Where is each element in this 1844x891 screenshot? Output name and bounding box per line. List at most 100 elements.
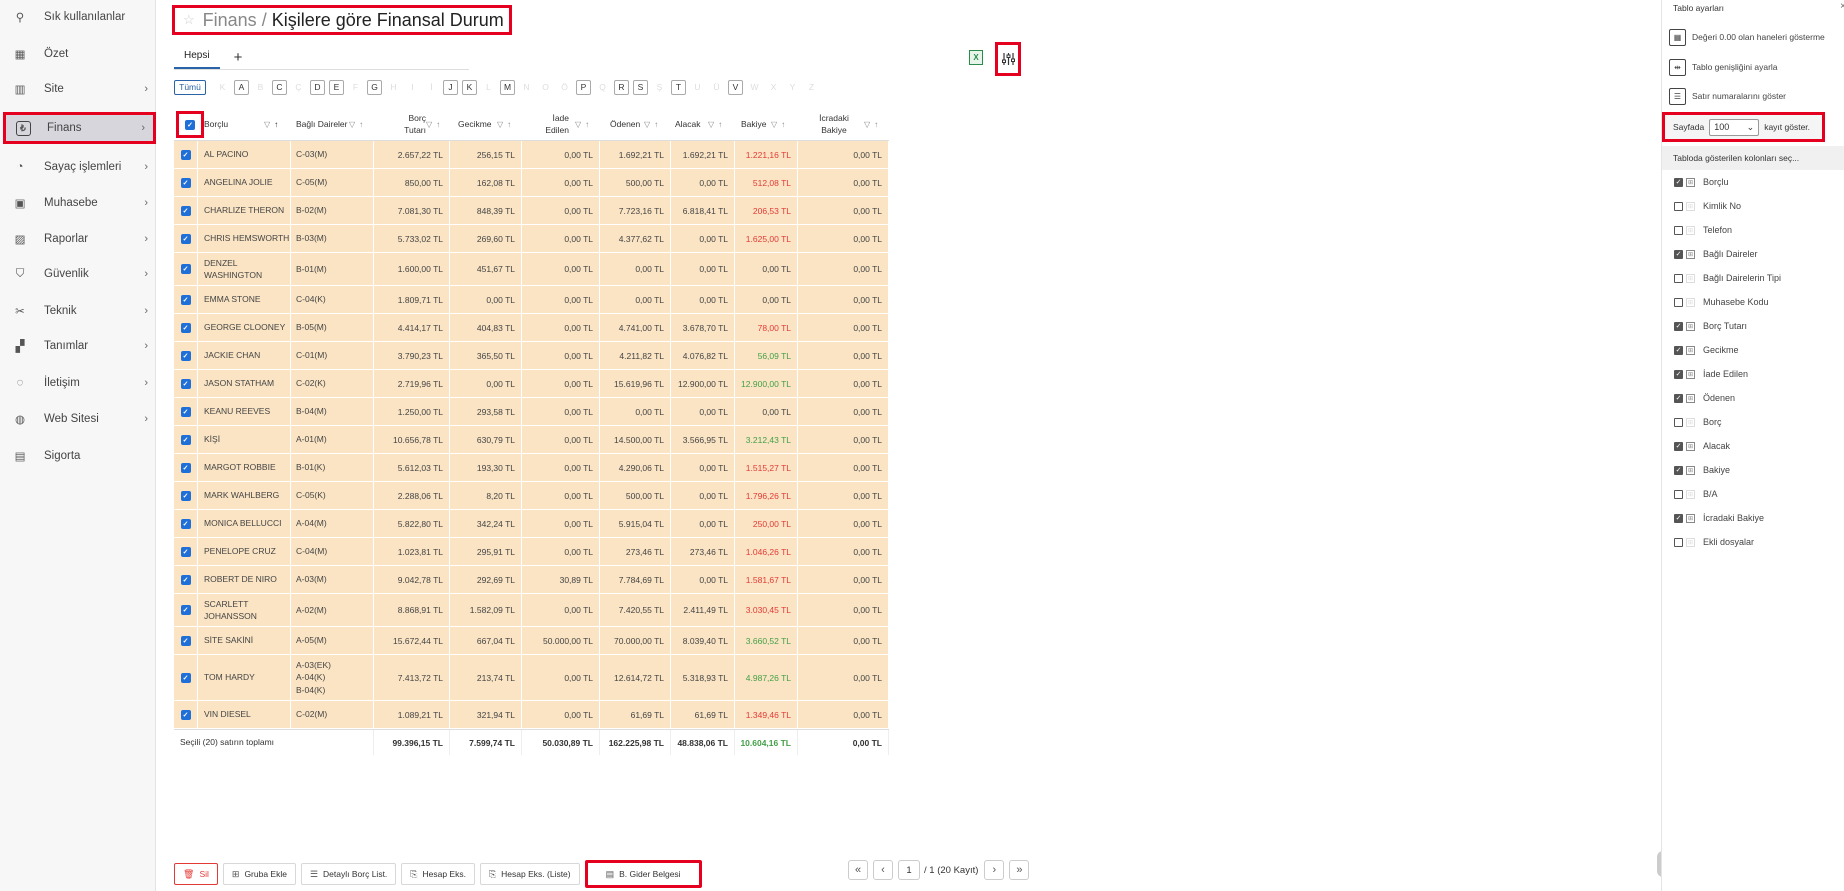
table-row[interactable]: ✓ PENELOPE CRUZ C-04(M) 1.023,81 TL 295,91 T… (174, 538, 889, 566)
delete-button[interactable]: 🗑 Sil (174, 863, 218, 885)
row-checkbox[interactable]: ✓ (174, 566, 198, 593)
column-toggle[interactable]: ✓ ⊞ Alacak (1674, 438, 1730, 454)
row-checkbox[interactable]: ✓ (174, 454, 198, 481)
filter-sort-icons[interactable]: ▽ ↑ (771, 120, 785, 129)
checkbox[interactable] (1674, 201, 1683, 211)
table-row[interactable]: ✓ SCARLETT JOHANSSON A-02(M) 8.868,91 TL 1.5… (174, 594, 889, 627)
sidebar-item-güvenlik[interactable]: ⛉ Güvenlik › (0, 257, 156, 291)
filter-icon[interactable]: ▽ (575, 120, 581, 129)
row-checkbox[interactable]: ✓ (174, 253, 198, 285)
pin-column-icon[interactable]: ⊞ (1686, 489, 1695, 499)
sidebar-item-web-sitesi[interactable]: ◍ Web Sitesi › (0, 402, 156, 436)
filter-icon[interactable]: ▽ (864, 120, 870, 129)
panel-option[interactable]: ⇹ Tablo genişliğini ayarla (1669, 57, 1778, 77)
sidebar-item-finans[interactable]: ₺ Finans › (3, 112, 156, 144)
filter-icon[interactable]: ▽ (264, 120, 270, 129)
column-header[interactable]: Borç Tutarı (386, 108, 426, 141)
breadcrumb[interactable]: Finans (203, 10, 257, 31)
column-toggle[interactable]: ⊞ Muhasebe Kodu (1674, 294, 1769, 310)
checkbox[interactable] (1674, 537, 1683, 547)
filter-icon[interactable]: ▽ (497, 120, 503, 129)
pin-column-icon[interactable]: ⊞ (1686, 345, 1695, 355)
column-toggle[interactable]: ⊞ Kimlik No (1674, 198, 1741, 214)
checkbox[interactable]: ✓ (1674, 465, 1683, 475)
table-row[interactable]: ✓ DENZEL WASHINGTON B-01(M) 1.600,00 TL 451,… (174, 253, 889, 286)
table-settings-button[interactable] (995, 42, 1021, 76)
checkbox[interactable] (1674, 273, 1683, 283)
close-icon[interactable]: × (1840, 1, 1844, 12)
account-statement-list-button[interactable]: ⎘ Hesap Eks. (Liste) (479, 863, 580, 885)
sort-icon[interactable]: ↑ (874, 120, 878, 129)
panel-option[interactable]: ▦ Değeri 0.00 olan haneleri gösterme (1669, 27, 1825, 47)
sort-icon[interactable]: ↑ (274, 120, 278, 129)
letter-filter[interactable]: D (310, 79, 325, 95)
row-checkbox[interactable]: ✓ (174, 197, 198, 224)
row-checkbox[interactable]: ✓ (174, 342, 198, 369)
pin-column-icon[interactable]: ⊞ (1686, 321, 1695, 331)
table-row[interactable]: ✓ AL PACINO C-03(M) 2.657,22 TL 256,15 TL 0,0… (174, 141, 889, 169)
pin-column-icon[interactable]: ⊞ (1686, 417, 1695, 427)
row-checkbox[interactable]: ✓ (174, 426, 198, 453)
detailed-debt-list-button[interactable]: ☰ Detaylı Borç List. (300, 863, 397, 885)
page-input[interactable]: 1 (898, 860, 920, 880)
checkbox[interactable]: ✓ (1674, 513, 1683, 523)
column-toggle[interactable]: ✓ ⊞ Bağlı Daireler (1674, 246, 1758, 262)
pin-column-icon[interactable]: ⊞ (1686, 513, 1695, 523)
filter-icon[interactable]: ▽ (426, 120, 432, 129)
row-checkbox[interactable]: ✓ (174, 701, 198, 728)
pin-column-icon[interactable]: ⊞ (1686, 369, 1695, 379)
table-row[interactable]: ✓ TOM HARDY A-03(EK) A-04(K) B-04(K) 7.413,… (174, 655, 889, 701)
column-toggle[interactable]: ⊞ Telefon (1674, 222, 1732, 238)
last-page-button[interactable]: » (1009, 860, 1030, 880)
sidebar-item-sık-kullanılanlar[interactable]: ⚲ Sık kullanılanlar (0, 0, 156, 34)
table-row[interactable]: ✓ EMMA STONE C-04(K) 1.809,71 TL 0,00 TL 0,00… (174, 286, 889, 314)
add-to-group-button[interactable]: ⊞ Gruba Ekle (222, 863, 296, 885)
sort-icon[interactable]: ↑ (781, 120, 785, 129)
letter-filter[interactable]: K (462, 79, 477, 95)
column-toggle[interactable]: ✓ ⊞ Borçlu (1674, 174, 1729, 190)
filter-sort-icons[interactable]: ▽ ↑ (644, 120, 658, 129)
pin-column-icon[interactable]: ⊞ (1686, 297, 1695, 307)
column-toggle[interactable]: ✓ ⊞ İade Edilen (1674, 366, 1748, 382)
checkbox[interactable] (1674, 297, 1683, 307)
pin-column-icon[interactable]: ⊞ (1686, 441, 1695, 451)
table-row[interactable]: ✓ JASON STATHAM C-02(K) 2.719,96 TL 0,00 TL 0… (174, 370, 889, 398)
filter-sort-icons[interactable]: ▽ ↑ (864, 120, 878, 129)
filter-sort-icons[interactable]: ▽ ↑ (575, 120, 589, 129)
table-row[interactable]: ✓ KEANU REEVES B-04(M) 1.250,00 TL 293,58 TL… (174, 398, 889, 426)
column-toggle[interactable]: ✓ ⊞ İcradaki Bakiye (1674, 510, 1764, 526)
table-row[interactable]: ✓ CHARLIZE THERON B-02(M) 7.081,30 TL 848,39… (174, 197, 889, 225)
checkbox[interactable] (1674, 417, 1683, 427)
sidebar-item-tanımlar[interactable]: ▞ Tanımlar › (0, 329, 156, 363)
sidebar-item-raporlar[interactable]: ▨ Raporlar › (0, 222, 156, 256)
filter-sort-icons[interactable]: ▽ ↑ (264, 120, 278, 129)
account-statement-button[interactable]: ⎘ Hesap Eks. (401, 863, 475, 885)
column-header[interactable]: Borçlu (204, 108, 264, 141)
sidebar-item-sigorta[interactable]: ▤ Sigorta (0, 439, 156, 473)
checkbox[interactable] (1674, 225, 1683, 235)
table-row[interactable]: ✓ ROBERT DE NIRO A-03(M) 9.042,78 TL 292,69 … (174, 566, 889, 594)
sort-icon[interactable]: ↑ (654, 120, 658, 129)
pin-column-icon[interactable]: ⊞ (1686, 393, 1695, 403)
pin-column-icon[interactable]: ⊞ (1686, 249, 1695, 259)
checkbox[interactable]: ✓ (1674, 441, 1683, 451)
sort-icon[interactable]: ↑ (436, 120, 440, 129)
column-toggle[interactable]: ⊞ B/A (1674, 486, 1718, 502)
sidebar-item-i-letişim[interactable]: ◌ İletişim › (0, 366, 156, 400)
letter-filter[interactable]: C (272, 79, 287, 95)
add-tab-icon[interactable]: + (234, 49, 243, 69)
row-checkbox[interactable]: ✓ (174, 225, 198, 252)
expense-document-button[interactable]: ▤ B. Gider Belgesi (584, 860, 702, 888)
row-checkbox[interactable]: ✓ (174, 538, 198, 565)
table-row[interactable]: ✓ MONICA BELLUCCI A-04(M) 5.822,80 TL 342,24… (174, 510, 889, 538)
letter-filter[interactable]: A (234, 79, 249, 95)
filter-sort-icons[interactable]: ▽ ↑ (426, 120, 440, 129)
filter-icon[interactable]: ▽ (708, 120, 714, 129)
select-all-checkbox[interactable]: ✓ (176, 111, 204, 138)
column-toggle[interactable]: ✓ ⊞ Ödenen (1674, 390, 1735, 406)
first-page-button[interactable]: « (848, 860, 868, 880)
table-row[interactable]: ✓ MARK WAHLBERG C-05(K) 2.288,06 TL 8,20 TL 0… (174, 482, 889, 510)
panel-option[interactable]: ☰ Satır numaralarını göster (1669, 86, 1786, 106)
filter-icon[interactable]: ▽ (644, 120, 650, 129)
row-checkbox[interactable]: ✓ (174, 398, 198, 425)
